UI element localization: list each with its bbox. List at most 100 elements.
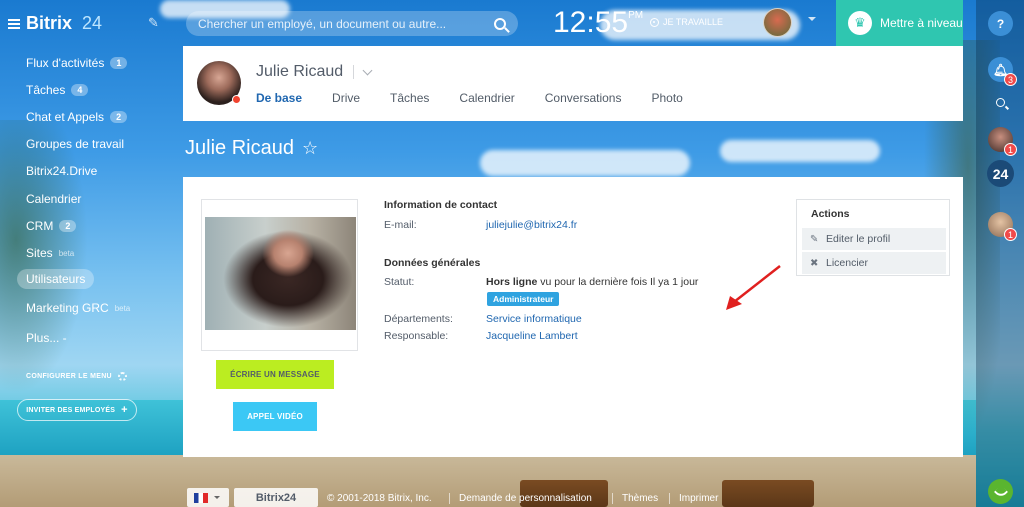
status-label: Statut:	[384, 276, 415, 288]
search-input[interactable]	[198, 16, 494, 31]
edit-profile-label: Editer le profil	[826, 233, 891, 245]
dismiss-button[interactable]: ✖ Licencier	[802, 252, 946, 274]
phone-icon[interactable]	[988, 479, 1013, 504]
upgrade-button[interactable]: ♛ Mettre à niveau	[836, 0, 963, 46]
invite-employees-button[interactable]: INVITER DES EMPLOYÉS +	[17, 399, 137, 421]
status-offline: Hors ligne	[486, 276, 538, 288]
chevron-down-icon[interactable]	[362, 65, 373, 75]
tab-conversations[interactable]: Conversations	[545, 91, 622, 105]
help-label: ?	[996, 16, 1005, 31]
logo-number: 24	[82, 13, 103, 33]
right-panel: ? 🔔︎ 3 1 24 1	[976, 0, 1024, 507]
gear-icon	[117, 372, 127, 381]
language-selector[interactable]	[187, 488, 229, 507]
search-icon[interactable]	[494, 17, 506, 30]
app-logo[interactable]: Bitrix 24	[8, 13, 102, 34]
manager-label: Responsable:	[384, 330, 449, 342]
background-cloud	[720, 140, 880, 162]
sidebar-item-chat[interactable]: Chat et Appels 2	[26, 110, 128, 124]
count-badge: 2	[59, 220, 77, 232]
sidebar-item-more[interactable]: Plus... -	[26, 331, 67, 345]
footer-request-link[interactable]: Demande de personnalisation	[459, 493, 592, 504]
manager-link[interactable]: Jacqueline Lambert	[486, 330, 578, 342]
divider	[449, 493, 450, 504]
upgrade-label: Mettre à niveau	[880, 16, 963, 30]
top-bar: Bitrix 24 ✎ 12:55PM JE TRAVAILLE ♛ Mettre…	[0, 0, 976, 46]
bitrix24-app-icon[interactable]: 24	[987, 160, 1014, 187]
footer-copyright: © 2001-2018 Bitrix, Inc.	[327, 493, 432, 504]
sidebar-item-label: Marketing GRC	[26, 301, 109, 315]
admin-badge: Administrateur	[487, 292, 560, 306]
clock-time: 12:55	[553, 6, 629, 39]
profile-header: Julie Ricaud De base Drive Tâches Calend…	[183, 46, 963, 121]
sidebar-item-label: Flux d'activités	[26, 56, 105, 70]
sidebar-item-label: Groupes de travail	[26, 137, 125, 151]
edit-pencil-icon[interactable]: ✎	[148, 15, 159, 31]
sidebar-item-users[interactable]: Utilisateurs	[17, 269, 95, 289]
beta-tag: beta	[58, 248, 75, 258]
search-bar[interactable]	[186, 11, 518, 36]
menu-icon[interactable]	[8, 18, 20, 29]
email-link[interactable]: juliejulie@bitrix24.fr	[486, 219, 577, 231]
tab-calendar[interactable]: Calendrier	[459, 91, 514, 105]
chat-badge: 1	[1004, 143, 1017, 156]
help-icon[interactable]: ?	[988, 11, 1013, 36]
work-status-label: JE TRAVAILLE	[663, 17, 724, 27]
chat-avatar[interactable]: 1	[988, 212, 1017, 241]
write-message-button[interactable]: ÉCRIRE UN MESSAGE	[216, 360, 334, 389]
chevron-down-icon	[214, 496, 220, 499]
edit-profile-button[interactable]: ✎ Editer le profil	[802, 228, 946, 250]
department-label: Départements:	[384, 313, 453, 325]
chat-avatar[interactable]: 1	[988, 127, 1017, 156]
sidebar-item-label: Bitrix24.Drive	[26, 164, 98, 178]
crown-icon: ♛	[848, 11, 872, 35]
sidebar-item-groups[interactable]: Groupes de travail	[26, 137, 124, 151]
work-status[interactable]: JE TRAVAILLE	[650, 17, 723, 27]
sidebar-item-calendar[interactable]: Calendrier	[26, 192, 81, 206]
count-badge: 1	[110, 57, 128, 69]
bell-icon[interactable]: 🔔︎ 3	[988, 57, 1017, 86]
footer-print-link[interactable]: Imprimer	[679, 493, 718, 504]
tab-basic[interactable]: De base	[256, 91, 302, 105]
profile-avatar[interactable]	[197, 61, 241, 105]
tab-drive[interactable]: Drive	[332, 91, 360, 105]
sidebar-item-activity[interactable]: Flux d'activités 1	[26, 56, 128, 70]
footer-themes-link[interactable]: Thèmes	[622, 493, 658, 504]
offline-status-dot	[232, 95, 241, 104]
profile-name-row: Julie Ricaud	[256, 63, 373, 81]
notification-badge: 3	[1004, 73, 1017, 86]
annotation-arrow	[726, 265, 781, 310]
video-call-button[interactable]: APPEL VIDÉO	[233, 402, 317, 431]
sidebar-item-drive[interactable]: Bitrix24.Drive	[26, 164, 97, 178]
pencil-icon: ✎	[810, 233, 819, 245]
profile-photo[interactable]	[205, 217, 356, 330]
search-icon[interactable]	[988, 90, 1013, 115]
chevron-down-icon[interactable]	[808, 17, 816, 21]
sidebar-item-crm[interactable]: CRM 2	[26, 219, 77, 233]
tab-photo[interactable]: Photo	[651, 91, 682, 105]
contact-section-title: Information de contact	[384, 199, 498, 211]
department-link[interactable]: Service informatique	[486, 313, 582, 325]
star-icon[interactable]: ☆	[302, 138, 318, 159]
plus-icon: +	[121, 404, 128, 416]
sidebar-item-tasks[interactable]: Tâches 4	[26, 83, 89, 97]
beta-tag: beta	[114, 303, 131, 313]
invite-label: INVITER DES EMPLOYÉS	[26, 406, 116, 414]
email-label: E-mail:	[384, 219, 417, 231]
configure-menu-button[interactable]: CONFIGURER LE MENU	[26, 372, 127, 381]
sidebar-item-marketing[interactable]: Marketing GRC beta	[26, 301, 130, 315]
clock-suffix: PM	[628, 10, 644, 21]
footer-logo[interactable]: Bitrix24	[234, 488, 318, 507]
dismiss-label: Licencier	[826, 257, 869, 269]
sidebar-item-sites[interactable]: Sites beta	[26, 246, 74, 260]
configure-menu-label: CONFIGURER LE MENU	[26, 373, 112, 380]
count-badge: 4	[71, 84, 89, 96]
user-avatar[interactable]	[763, 8, 792, 37]
sidebar-item-label: CRM	[26, 219, 54, 233]
sidebar-item-label: Chat et Appels	[26, 110, 105, 124]
tab-tasks[interactable]: Tâches	[390, 91, 429, 105]
logo-text: Bitrix	[26, 13, 73, 33]
count-badge: 2	[110, 111, 128, 123]
clock[interactable]: 12:55PM	[553, 6, 643, 40]
sidebar-item-label: Sites	[26, 246, 53, 260]
